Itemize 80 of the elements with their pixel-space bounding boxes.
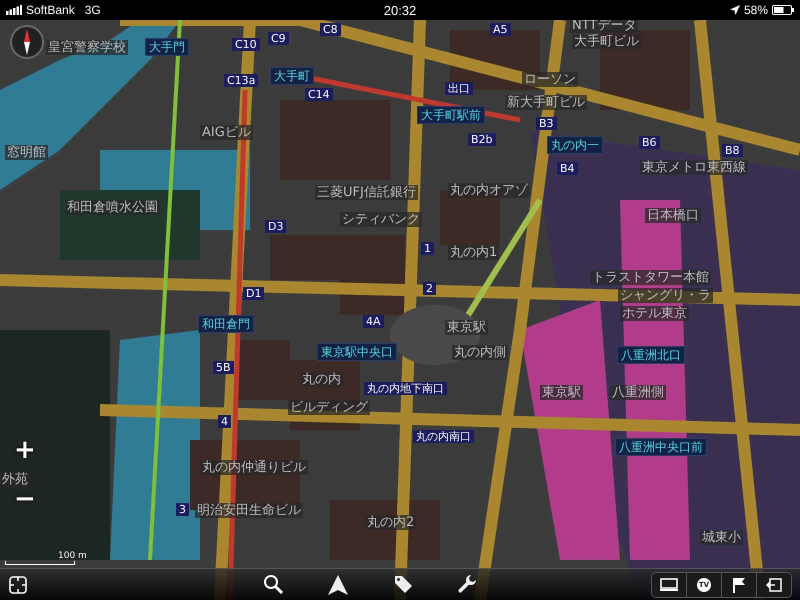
clock-time: 20:32 <box>384 2 416 18</box>
place-label: 和田倉噴水公園 <box>65 200 160 215</box>
place-label: 東京メトロ東西線 <box>640 160 748 175</box>
exit-label[interactable]: C14 <box>305 88 333 101</box>
place-label: 丸の内仲通りビル <box>200 460 308 475</box>
battery-percent: 58% <box>744 3 768 17</box>
battery-icon <box>772 5 794 15</box>
exit-label[interactable]: 丸の内地下南口 <box>364 382 447 395</box>
place-label: 丸の内オアゾ <box>448 183 530 198</box>
exit-label[interactable]: 4 <box>218 415 231 428</box>
exit-label[interactable]: C9 <box>268 32 289 45</box>
place-label: AIGビル <box>200 125 253 140</box>
scale-bar <box>5 561 75 565</box>
flag-button[interactable] <box>722 572 757 596</box>
screen-button[interactable] <box>652 572 687 596</box>
place-label: 東京駅 <box>540 385 583 400</box>
carrier-name: SoftBank <box>26 3 75 17</box>
search-icon[interactable] <box>262 574 282 594</box>
exit-label[interactable]: 4A <box>363 315 384 328</box>
exit-label[interactable]: 5B <box>213 361 234 374</box>
network-type: 3G <box>84 3 101 17</box>
monitor-icon <box>660 578 678 592</box>
exit-label[interactable]: B4 <box>557 162 578 175</box>
place-label: 東京駅 <box>445 320 488 335</box>
exit-label[interactable]: C10 <box>232 38 260 51</box>
place-label: ホテル東京 <box>620 306 689 321</box>
exit-label[interactable]: D3 <box>265 220 286 233</box>
station-label[interactable]: 東京駅中央口 <box>317 343 397 361</box>
place-label: 新大手町ビル <box>505 95 587 110</box>
station-label[interactable]: 八重洲北口 <box>617 346 685 364</box>
station-label[interactable]: 大手門 <box>145 38 189 56</box>
exit-label[interactable]: B3 <box>536 117 557 130</box>
place-label: トラストタワー本館 <box>590 270 711 285</box>
station-label[interactable]: 大手町 <box>270 67 314 85</box>
place-label: 丸の内 <box>300 372 343 387</box>
place-label: 外苑 <box>0 472 30 487</box>
flag-icon <box>732 576 746 592</box>
place-label: シティバンク <box>340 212 422 227</box>
exit-icon <box>766 578 782 592</box>
exit-label[interactable]: C13a <box>224 74 258 87</box>
station-label[interactable]: 八重洲中央口前 <box>615 438 707 456</box>
place-label: シャングリ・ラ <box>618 288 713 303</box>
exit-label[interactable]: 2 <box>423 282 436 295</box>
place-label: 明治安田生命ビル <box>195 503 303 518</box>
zoom-out-button[interactable]: − <box>14 486 36 512</box>
exit-label[interactable]: 1 <box>421 242 434 255</box>
station-label[interactable]: 大手町駅前 <box>417 106 485 124</box>
zoom-in-button[interactable]: + <box>14 437 36 463</box>
location-arrow-icon <box>730 5 740 15</box>
place-label: 大手町ビル <box>572 34 641 49</box>
exit-label[interactable]: B2b <box>468 133 496 146</box>
exit-label[interactable]: 3 <box>176 503 189 516</box>
place-label: 日本橋口 <box>645 208 701 223</box>
exit-label[interactable]: 出口 <box>445 82 473 95</box>
place-label: 丸の内2 <box>365 515 416 530</box>
signal-icon <box>6 5 22 15</box>
exit-label[interactable]: 丸の内南口 <box>413 430 474 443</box>
station-label[interactable]: 和田倉門 <box>198 315 254 333</box>
place-label: 三菱UFJ信託銀行 <box>315 185 418 200</box>
place-label: 丸の内1 <box>448 245 500 260</box>
place-label: 窓明館 <box>5 145 48 160</box>
exit-label[interactable]: B8 <box>722 144 743 157</box>
wrench-icon[interactable] <box>456 574 476 594</box>
place-label: ローソン <box>522 72 578 87</box>
compass-icon[interactable] <box>10 25 44 59</box>
scale-label: 100 m <box>58 551 87 561</box>
fullscreen-icon[interactable] <box>8 574 28 594</box>
exit-label[interactable]: C8 <box>320 23 341 36</box>
exit-label[interactable]: B6 <box>639 136 660 149</box>
place-label: ビルディング <box>288 400 370 415</box>
exit-button[interactable] <box>757 572 791 596</box>
place-label: 八重洲側 <box>610 385 666 400</box>
place-label: 丸の内側 <box>452 345 508 360</box>
tag-icon[interactable] <box>392 574 412 594</box>
place-label: 城東小 <box>700 530 743 545</box>
exit-label[interactable]: D1 <box>243 287 264 300</box>
place-label: 皇宮警察学校 <box>46 40 128 55</box>
station-label[interactable]: 丸の内一 <box>547 136 603 154</box>
exit-label[interactable]: A5 <box>490 23 511 36</box>
navigation-arrow-icon[interactable] <box>326 574 348 596</box>
